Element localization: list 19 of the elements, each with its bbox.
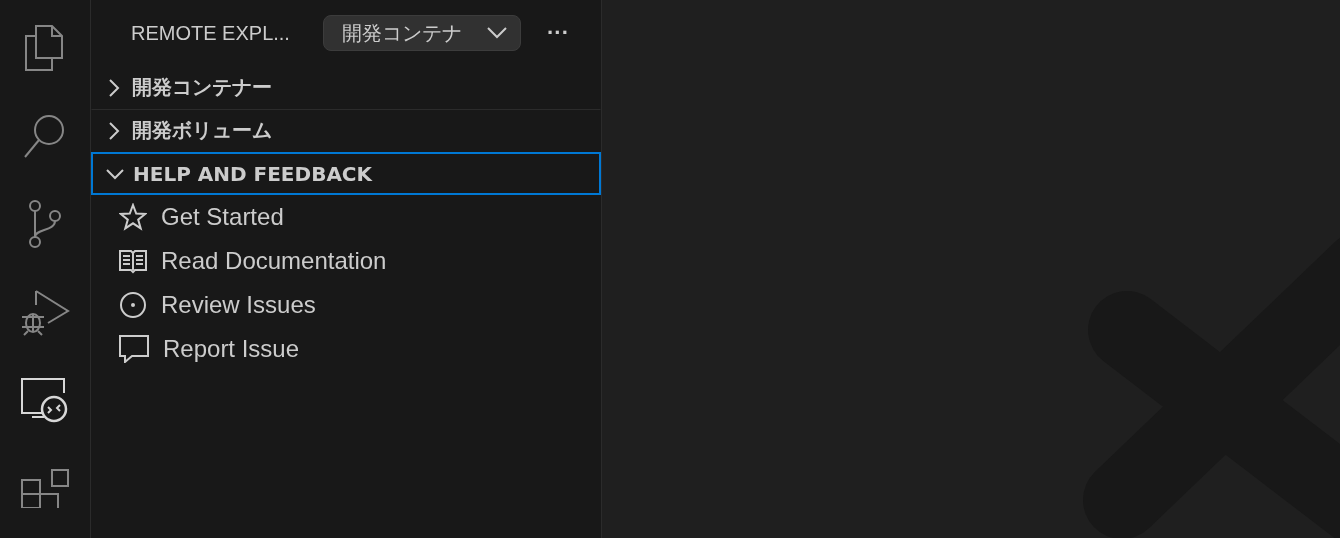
star-icon xyxy=(119,203,147,231)
remote-monitor-icon xyxy=(20,377,70,423)
help-list-item[interactable]: Read Documentation xyxy=(91,239,601,283)
panel-title: REMOTE EXPL... xyxy=(131,21,291,45)
help-list-item[interactable]: Get Started xyxy=(91,195,601,239)
section-header[interactable]: 開発コンテナー xyxy=(91,66,601,109)
section-header[interactable]: 開発ボリューム xyxy=(91,109,601,152)
branch-icon xyxy=(28,199,62,249)
book-icon xyxy=(119,248,147,274)
speech-bubble-icon xyxy=(119,335,149,363)
more-actions-button[interactable]: ··· xyxy=(543,20,573,46)
section-header[interactable]: HELP AND FEEDBACK xyxy=(91,152,601,195)
help-list-item[interactable]: Review Issues xyxy=(91,283,601,327)
chevron-down-icon xyxy=(486,26,508,40)
container-dropdown[interactable]: 開発コンテナ xyxy=(323,15,521,51)
run-debug-icon xyxy=(20,287,70,337)
extensions-icon xyxy=(20,468,70,508)
help-list-item[interactable]: Report Issue xyxy=(91,327,601,371)
issue-circle-icon xyxy=(119,291,147,319)
